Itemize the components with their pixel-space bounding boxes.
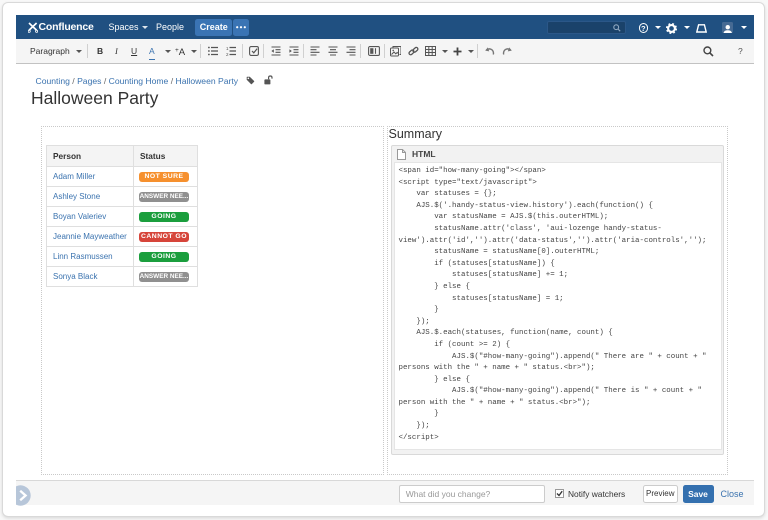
svg-text:1: 1 [226, 46, 229, 51]
svg-text:2: 2 [226, 52, 229, 56]
